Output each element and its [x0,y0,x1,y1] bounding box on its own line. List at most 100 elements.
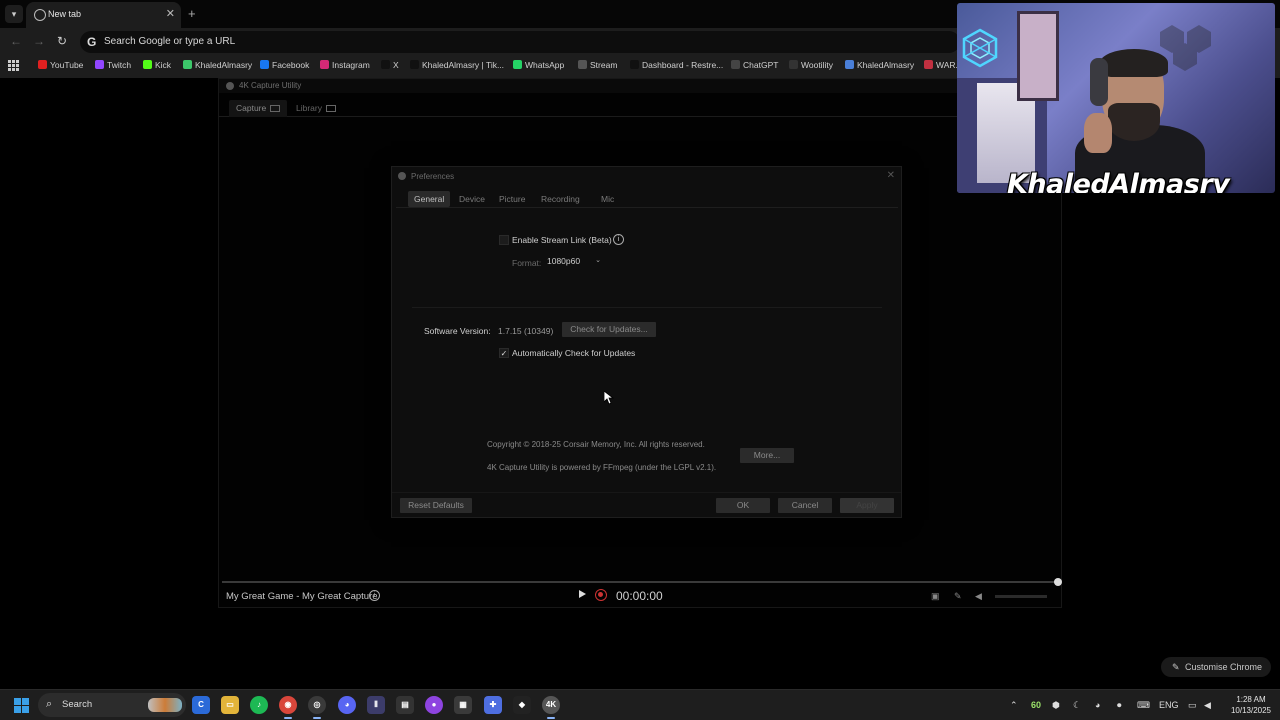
tab-mic[interactable]: Mic [595,191,620,207]
mic-muted-icon[interactable]: ✎ [954,591,962,602]
stream-link-checkbox[interactable] [499,235,509,245]
bookmark-favicon-icon [95,60,104,69]
bookmark-item[interactable]: Stream [578,60,617,74]
tab-capture[interactable]: Capture [229,100,288,117]
language-indicator[interactable]: ENG [1159,700,1179,710]
bookmark-item[interactable]: Facebook [260,60,309,74]
screenshot-icon[interactable]: ▣ [931,591,940,602]
preferences-titlebar: Preferences ✕ [392,167,901,185]
record-dot-icon [598,592,603,597]
format-dropdown[interactable]: 1080p60 ⌄ [547,256,603,268]
ok-button[interactable]: OK [716,498,770,513]
more-button[interactable]: More... [740,448,794,463]
back-arrow-icon[interactable]: ← [10,34,22,48]
bookmark-favicon-icon [143,60,152,69]
twitch-studio-icon[interactable]: ● [425,696,443,714]
steam-icon[interactable]: ◆ [513,696,531,714]
tabs-divider [396,207,898,208]
keyboard-icon[interactable]: ⌨ [1137,700,1150,711]
record-button[interactable] [595,589,607,601]
tab-close-icon[interactable]: ✕ [166,7,175,20]
apps-grid-icon[interactable] [8,60,20,72]
webcam-overlay: KhaledAlmasry [957,3,1275,193]
tab-search-button[interactable]: ▾ [5,5,23,23]
volume-slider[interactable] [995,595,1047,598]
copilot-icon[interactable]: C [192,696,210,714]
footer-divider [392,492,901,493]
bookmark-item[interactable]: KhaledAlmasry | Tik... [410,60,504,74]
address-bar-placeholder[interactable]: Search Google or type a URL [104,36,235,47]
bookmark-item[interactable]: Instagram [320,60,370,74]
bookmark-item[interactable]: Dashboard - Restre... [630,60,723,74]
bookmark-favicon-icon [513,60,522,69]
streamer-name-overlay: KhaledAlmasry [1007,169,1230,193]
info-icon[interactable]: i [369,590,380,601]
bookmark-item[interactable]: KhaledAlmasry [183,60,252,74]
info-icon[interactable]: i [613,234,624,245]
bookmark-item[interactable]: WhatsApp [513,60,564,74]
mic-icon[interactable]: ⏺ [1117,700,1122,711]
headset [1090,58,1108,106]
windows-start-icon[interactable] [14,698,29,713]
customise-chrome-button[interactable]: ✎ Customise Chrome [1161,657,1271,677]
moon-icon[interactable]: ☾ [1073,700,1081,711]
capture-timeline[interactable] [222,578,1062,586]
play-button[interactable] [579,590,586,598]
bookmark-label: Dashboard - Restre... [642,60,724,70]
speaker-icon[interactable]: ◀ [1204,700,1211,711]
bookmark-item[interactable]: Kick [143,60,171,74]
cancel-button[interactable]: Cancel [778,498,832,513]
format-label: Format: [512,258,542,268]
search-icon: ⌕ [46,698,53,710]
screen: ▾ New tab ✕ + ← → ↻ G Search Google or t… [0,0,1280,720]
close-icon[interactable]: ✕ [887,170,895,181]
bookmark-favicon-icon [789,60,798,69]
apply-button[interactable]: Apply [840,498,894,513]
obs-icon[interactable]: ◎ [308,696,326,719]
chrome-icon[interactable]: ◉ [279,696,297,719]
bookmark-item[interactable]: X [381,60,399,74]
check-for-updates-button[interactable]: Check for Updates... [562,322,656,337]
reload-icon[interactable]: ↻ [57,34,67,48]
chevron-up-icon[interactable]: ⌃ [1010,700,1018,711]
tab-capture-label: Capture [236,103,267,113]
app-icon[interactable]: ⦀ [367,696,385,714]
system-clock[interactable]: 1:28 AM 10/13/2025 [1222,694,1280,716]
tab-general[interactable]: General [408,191,451,207]
4k-capture-icon[interactable]: 4K [542,696,560,719]
tab-recording[interactable]: Recording [535,191,586,207]
volume-icon[interactable]: ◀ [975,591,982,602]
discord-icon[interactable]: ◕ [338,696,356,714]
bookmark-favicon-icon [578,60,587,69]
bookmark-label: Twitch [107,60,132,70]
timecode: 00:00:00 [616,589,663,603]
tab-library[interactable]: Library [289,100,343,117]
person-hair [1100,49,1168,77]
auto-check-checkbox[interactable]: ✓ [499,348,509,358]
bookmark-item[interactable]: Twitch [95,60,131,74]
new-tab-button[interactable]: + [188,6,196,21]
bookmark-label: Stream [590,60,618,70]
spotify-icon[interactable]: ♪ [250,696,268,714]
taskbar-search[interactable]: ⌕ Search [38,693,186,717]
forward-arrow-icon[interactable]: → [33,34,45,48]
discord-tray-icon[interactable]: ◕ [1095,700,1100,710]
address-bar[interactable]: G Search Google or type a URL [80,31,960,53]
bookmark-item[interactable]: YouTube [38,60,83,74]
nvidia-icon[interactable]: ⬢ [1052,700,1060,711]
bookmark-item[interactable]: Wootility [789,60,833,74]
store-icon[interactable]: ▦ [454,696,472,714]
bookmark-favicon-icon [38,60,47,69]
capture-window-title: 4K Capture Utility [239,81,302,90]
gamepad-icon[interactable]: ✚ [484,696,502,714]
preferences-dialog: Preferences ✕ General Device Picture Rec… [391,166,902,518]
reset-defaults-button[interactable]: Reset Defaults [400,498,472,513]
bookmark-item[interactable]: ChatGPT [731,60,778,74]
tab-picture[interactable]: Picture [493,191,531,207]
network-icon[interactable]: ▭ [1188,700,1197,711]
bookmark-item[interactable]: KhaledAlmasry [845,60,914,74]
browser-tab[interactable]: New tab ✕ [26,2,181,28]
tab-device[interactable]: Device [453,191,491,207]
terminal-icon[interactable]: ▤ [396,696,414,714]
file-explorer-icon[interactable]: ▭ [221,696,239,714]
